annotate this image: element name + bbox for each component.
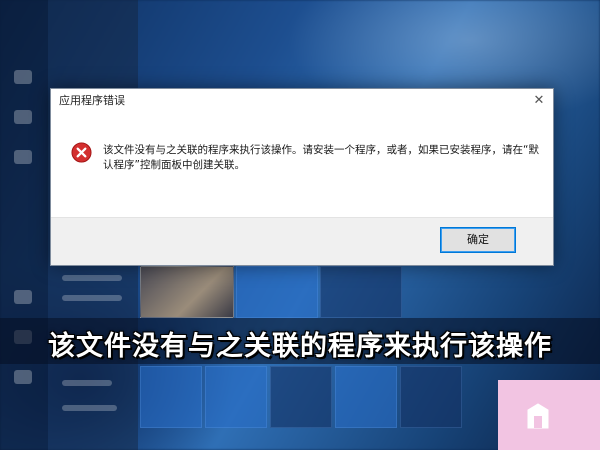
app-tile: [335, 366, 397, 428]
app-tile: [140, 366, 202, 428]
app-tile: [270, 366, 332, 428]
close-button[interactable]: ✕: [525, 89, 553, 113]
start-rail-icon: [14, 290, 32, 304]
app-tile: [400, 366, 462, 428]
start-list-item: [62, 275, 122, 281]
app-tile: [236, 266, 318, 318]
watermark-logo-icon: [527, 403, 549, 429]
error-message: 该文件没有与之关联的程序来执行该操作。请安装一个程序，或者，如果已安装程序，请在…: [103, 144, 539, 171]
dialog-footer: 确定: [51, 217, 553, 265]
photo-tile: [140, 266, 234, 318]
error-icon: [71, 142, 92, 163]
start-list-item: [62, 295, 122, 301]
error-dialog: 应用程序错误 ✕ 该文件没有与之关联的程序来执行该操作。请安装一个程序，或者，如…: [50, 88, 554, 266]
dialog-title: 应用程序错误: [59, 94, 125, 107]
start-rail-icon: [14, 150, 32, 164]
app-tile: [205, 366, 267, 428]
caption-banner: 该文件没有与之关联的程序来执行该操作: [0, 318, 600, 364]
ok-button[interactable]: 确定: [440, 227, 516, 253]
start-rail-icon: [14, 370, 32, 384]
dialog-content: 该文件没有与之关联的程序来执行该操作。请安装一个程序，或者，如果已安装程序，请在…: [51, 113, 553, 217]
start-rail-icon: [14, 110, 32, 124]
start-list-item: [62, 380, 112, 386]
dialog-titlebar[interactable]: 应用程序错误 ✕: [51, 89, 553, 113]
caption-text: 该文件没有与之关联的程序来执行该操作: [48, 331, 552, 362]
start-menu-rail: [0, 0, 48, 450]
app-tile: [320, 266, 402, 318]
start-list-item: [62, 405, 117, 411]
start-rail-icon: [14, 70, 32, 84]
